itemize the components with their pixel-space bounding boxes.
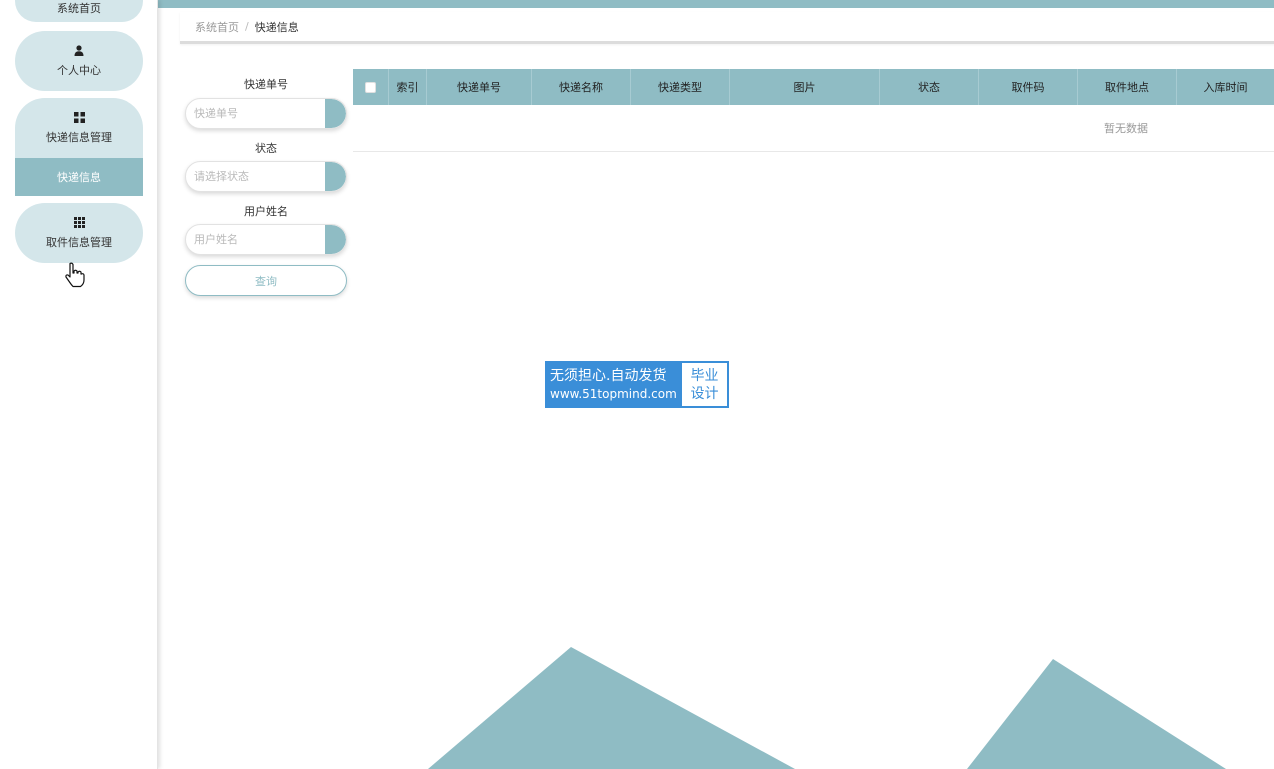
column-header: 快递单号 [427,69,532,105]
watermark-text: 无须担心.自动发货 www.51topmind.com [547,363,682,406]
sidebar: 系统首页 个人中心 快递信息管理 快递信息 取件信息管理 [0,0,158,769]
table-body: 暂无数据 [353,105,1274,151]
user-icon [74,45,84,57]
sidebar-item-express-management[interactable]: 快递信息管理 [15,98,143,158]
column-header: 图片 [730,69,880,105]
sidebar-item-label: 取件信息管理 [46,235,112,249]
sidebar-item-pickup-management[interactable]: 取件信息管理 [15,203,143,263]
select-all-checkbox[interactable] [365,81,376,93]
hand-cursor-icon [65,262,85,288]
watermark-slogan: 无须担心.自动发货 [550,367,667,384]
user-name-input[interactable] [186,233,326,246]
header-select-all [353,69,389,105]
sidebar-item-home[interactable]: 系统首页 [15,0,143,22]
query-button[interactable]: 查询 [185,265,347,296]
table-header: 索引 快递单号 快递名称 快递类型 图片 状态 取件码 取件地点 入库时间 [353,69,1274,105]
breadcrumb-separator: / [245,20,249,33]
mountain-left [428,647,795,769]
column-header: 状态 [880,69,979,105]
column-header: 取件地点 [1078,69,1177,105]
sidebar-item-personal-center[interactable]: 个人中心 [15,31,143,91]
sidebar-item-label: 系统首页 [57,2,101,15]
watermark-tag: 毕业 设计 [682,363,727,406]
tracking-number-label: 快递单号 [244,78,288,91]
breadcrumb-home-link[interactable]: 系统首页 [195,19,239,35]
breadcrumb: 系统首页 / 快递信息 [180,12,1274,44]
breadcrumb-current: 快递信息 [254,20,299,34]
input-cap [325,99,346,128]
grid-four-icon [73,112,85,124]
empty-state-text: 暂无数据 [1104,122,1148,135]
watermark-badge: 无须担心.自动发货 www.51topmind.com 毕业 设计 [545,361,729,408]
express-table: 索引 快递单号 快递名称 快递类型 图片 状态 取件码 取件地点 入库时间 暂无… [353,69,1274,152]
sidebar-item-label: 个人中心 [57,63,101,77]
header-strip [158,0,1274,8]
column-header: 入库时间 [1203,81,1248,94]
column-header: 索引 [389,69,427,105]
grid-nine-icon [73,217,85,229]
watermark-url: www.51topmind.com [550,386,677,401]
input-cap [325,225,346,254]
select-cap[interactable] [325,162,346,191]
tracking-number-field [185,98,347,129]
watermark-tag-top: 毕业 [690,367,719,384]
tracking-number-input[interactable] [186,107,326,120]
status-select[interactable] [186,170,326,183]
sidebar-subitem-label: 快递信息 [57,171,101,184]
status-select-field [185,161,347,192]
user-name-field [185,224,347,255]
column-header: 快递类型 [631,69,730,105]
sidebar-subitem-express-info[interactable]: 快递信息 [15,158,143,196]
mountain-right [967,659,1226,769]
app-page: 系统首页 个人中心 快递信息管理 快递信息 取件信息管理 系统首页 / 快递信息… [0,0,1274,769]
column-header: 快递名称 [532,69,631,105]
user-name-label: 用户姓名 [244,205,288,218]
sidebar-item-label: 快递信息管理 [46,130,112,144]
status-label: 状态 [255,142,277,155]
watermark-tag-bottom: 设计 [690,385,719,402]
column-header: 取件码 [979,69,1078,105]
